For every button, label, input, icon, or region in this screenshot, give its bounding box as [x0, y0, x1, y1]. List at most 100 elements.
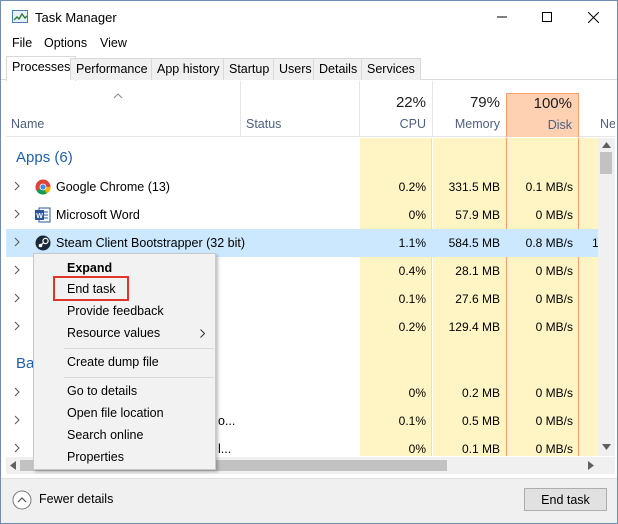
cpu-value: 0.1% [398, 292, 426, 306]
footer: Fewer details End task [1, 478, 617, 523]
tab-bar: Processes Performance App history Startu… [1, 56, 617, 81]
maximize-icon [542, 12, 552, 22]
memory-value: 28.1 MB [455, 264, 500, 278]
chevron-right-icon[interactable] [14, 415, 20, 425]
table-row[interactable]: W Microsoft Word 0% 57.9 MB 0 MB/s [6, 201, 598, 229]
memory-value: 0.1 MB [461, 442, 500, 456]
cpu-value: 0% [408, 442, 426, 456]
menu-item-search-online[interactable]: Search online [67, 428, 143, 442]
scroll-thumb[interactable] [600, 152, 612, 174]
menu-separator [64, 377, 214, 378]
fewer-details-label: Fewer details [39, 492, 114, 506]
word-icon: W [35, 207, 51, 223]
column-divider[interactable] [240, 81, 241, 137]
cpu-value: 0.2% [398, 180, 426, 194]
chevron-right-icon[interactable] [14, 209, 20, 219]
menu-item-provide-feedback[interactable]: Provide feedback [67, 304, 164, 318]
memory-label: Memory [454, 117, 500, 131]
chrome-icon [35, 179, 51, 195]
menu-item-open-file-location[interactable]: Open file location [67, 406, 164, 420]
column-network[interactable]: Ne [580, 81, 615, 137]
memory-value: 0.2 MB [461, 386, 500, 400]
menu-options[interactable]: Options [44, 36, 87, 50]
disk-value: 0.8 MB/s [525, 236, 573, 250]
disk-value: 0 MB/s [535, 386, 573, 400]
cpu-label: CPU [399, 117, 426, 131]
vertical-scrollbar[interactable] [598, 138, 615, 456]
minimize-button[interactable] [479, 1, 525, 33]
disk-value: 0 MB/s [535, 442, 573, 456]
menu-view[interactable]: View [100, 36, 127, 50]
disk-percent: 100% [533, 95, 572, 112]
svg-text:W: W [36, 213, 43, 220]
scroll-up-icon[interactable] [602, 142, 611, 148]
scroll-down-icon[interactable] [602, 444, 611, 450]
tab-app-history[interactable]: App history [151, 58, 226, 80]
tab-services[interactable]: Services [361, 58, 421, 80]
chevron-up-circle-icon [12, 490, 32, 510]
disk-value: 0 MB/s [535, 208, 573, 222]
column-cpu[interactable]: 22% CPU [360, 81, 432, 137]
menu-item-create-dump-file[interactable]: Create dump file [67, 355, 159, 369]
cpu-value: 0.1% [398, 414, 426, 428]
network-label: Ne [600, 117, 615, 131]
submenu-arrow-icon [200, 329, 205, 338]
disk-value: 0.1 MB/s [525, 180, 573, 194]
fewer-details-toggle[interactable]: Fewer details [12, 489, 122, 511]
column-header: Name Status 22% CPU 79% Memory 100% Disk… [6, 81, 615, 137]
window-title: Task Manager [35, 10, 117, 25]
memory-value: 129.4 MB [448, 320, 500, 334]
title-bar[interactable]: Task Manager [1, 1, 617, 33]
chevron-right-icon[interactable] [14, 237, 20, 247]
chevron-right-icon[interactable] [14, 321, 20, 331]
cpu-value: 0% [408, 386, 426, 400]
process-name: l... [218, 442, 232, 456]
disk-value: 0 MB/s [535, 414, 573, 428]
menu-item-properties[interactable]: Properties [67, 450, 124, 464]
process-name: o... [218, 414, 236, 428]
menu-item-go-to-details[interactable]: Go to details [67, 384, 137, 398]
scroll-right-icon[interactable] [588, 461, 594, 470]
cpu-value: 0.4% [398, 264, 426, 278]
menu-file[interactable]: File [12, 36, 32, 50]
memory-value: 27.6 MB [455, 292, 500, 306]
close-icon [587, 11, 599, 23]
disk-value: 0 MB/s [535, 320, 573, 334]
memory-value: 57.9 MB [455, 208, 500, 222]
column-disk[interactable]: 100% Disk [506, 93, 579, 137]
chevron-right-icon[interactable] [14, 293, 20, 303]
steam-icon [35, 235, 51, 251]
memory-value: 331.5 MB [448, 180, 500, 194]
tab-performance[interactable]: Performance [70, 58, 154, 80]
memory-percent: 79% [469, 94, 500, 111]
scroll-corner [598, 457, 615, 474]
maximize-button[interactable] [524, 1, 570, 33]
end-task-button[interactable]: End task [524, 488, 607, 511]
tab-details[interactable]: Details [313, 58, 364, 80]
chevron-right-icon[interactable] [14, 181, 20, 191]
disk-value: 0 MB/s [535, 264, 573, 278]
process-name: Google Chrome (13) [56, 180, 170, 194]
column-status[interactable]: Status [246, 117, 281, 131]
chevron-right-icon[interactable] [14, 265, 20, 275]
menu-item-resource-values[interactable]: Resource values [67, 326, 160, 340]
menu-item-expand[interactable]: Expand [67, 261, 112, 275]
tab-users[interactable]: Users [273, 58, 318, 80]
table-row[interactable]: Google Chrome (13) 0.2% 331.5 MB 0.1 MB/… [6, 173, 598, 201]
scroll-left-icon[interactable] [10, 461, 16, 470]
memory-value: 584.5 MB [448, 236, 500, 250]
menu-bar: File Options View [1, 34, 617, 54]
chevron-right-icon[interactable] [14, 443, 20, 453]
tab-processes[interactable]: Processes [6, 56, 77, 81]
column-name[interactable]: Name [11, 117, 44, 131]
disk-label: Disk [547, 118, 572, 132]
cpu-percent: 22% [395, 94, 426, 111]
close-button[interactable] [570, 1, 616, 33]
minimize-icon [497, 16, 507, 18]
tab-startup[interactable]: Startup [223, 58, 276, 80]
cpu-value: 1.1% [398, 236, 426, 250]
sort-arrow-icon [113, 93, 123, 99]
chevron-right-icon[interactable] [14, 387, 20, 397]
column-memory[interactable]: 79% Memory [433, 81, 506, 137]
group-apps: Apps (6) [16, 149, 73, 166]
